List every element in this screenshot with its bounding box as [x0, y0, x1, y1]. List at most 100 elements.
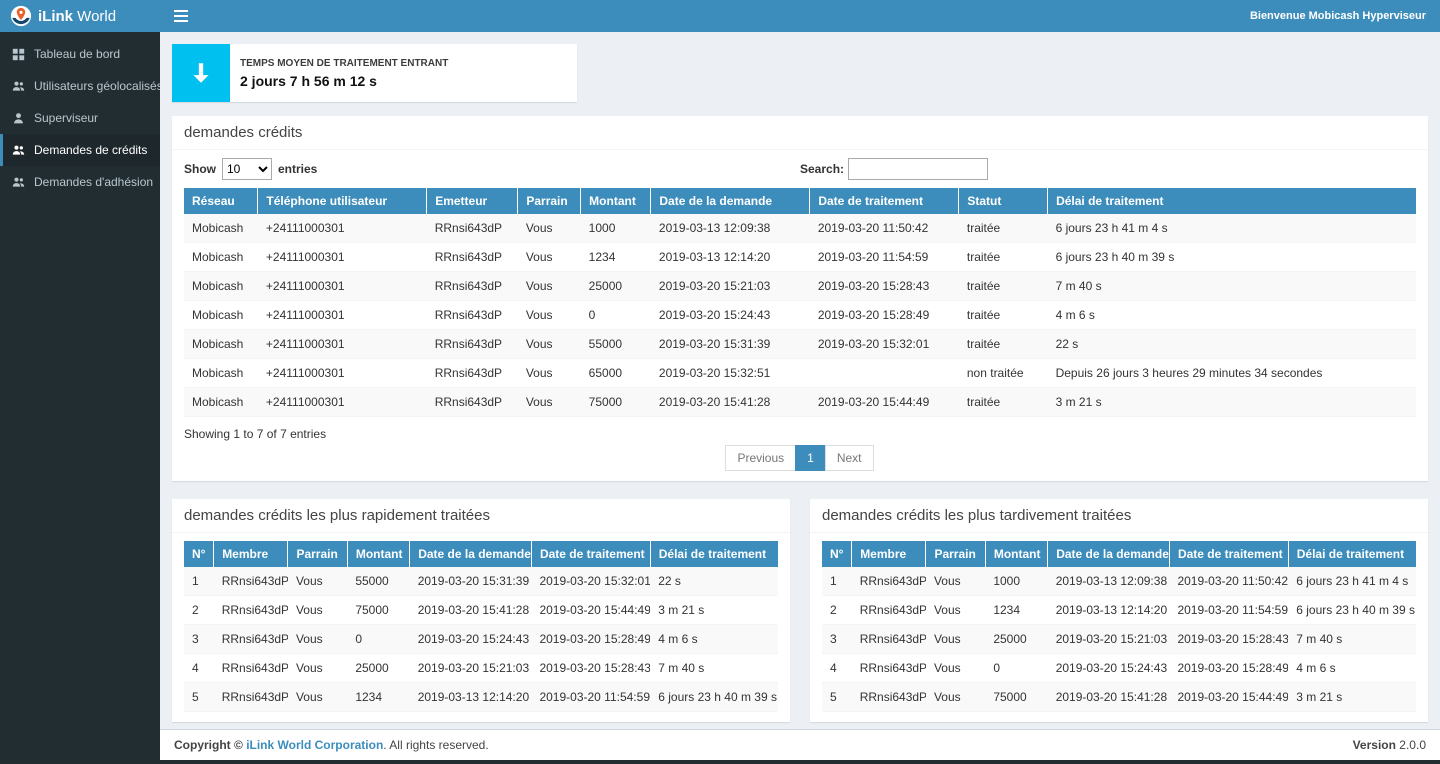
table-cell: +24111000301 [258, 330, 427, 359]
table-cell: 1000 [581, 214, 651, 243]
version-label: Version [1353, 738, 1396, 752]
sidebar-item-label: Tableau de bord [34, 47, 120, 61]
table-cell: Mobicash [184, 243, 258, 272]
table-cell: Vous [288, 596, 347, 625]
user-icon [12, 112, 25, 125]
table-cell: 7 m 40 s [1288, 625, 1416, 654]
sidebar-item-tableau-de-bord[interactable]: Tableau de bord [0, 38, 160, 70]
table-cell: 1234 [985, 596, 1047, 625]
column-header[interactable]: Membre [852, 541, 926, 567]
table-cell: 2019-03-20 15:28:43 [1169, 625, 1288, 654]
table-cell: Mobicash [184, 330, 258, 359]
table-cell: 22 s [1048, 330, 1416, 359]
column-header[interactable]: Montant [985, 541, 1047, 567]
column-header[interactable]: Parrain [926, 541, 985, 567]
column-header[interactable]: Montant [581, 188, 651, 214]
column-header[interactable]: Emetteur [427, 188, 518, 214]
column-header[interactable]: N° [822, 541, 852, 567]
brand-logo[interactable]: iLink World [0, 0, 160, 32]
company-link[interactable]: iLink World Corporation [246, 738, 383, 752]
table-cell: Vous [926, 625, 985, 654]
table-row: Mobicash+24111000301RRnsi643dPVous750002… [184, 388, 1416, 417]
table-row: Mobicash+24111000301RRnsi643dPVous550002… [184, 330, 1416, 359]
table-row: 5RRnsi643dPVous12342019-03-13 12:14:2020… [184, 683, 778, 712]
footer: Copyright © iLink World Corporation. All… [160, 729, 1440, 760]
pagination-page-1-button[interactable]: 1 [795, 445, 826, 471]
column-header[interactable]: N° [184, 541, 214, 567]
table-cell: RRnsi643dP [427, 243, 518, 272]
table-cell: 2019-03-20 11:54:59 [810, 243, 959, 272]
table-cell: RRnsi643dP [852, 625, 926, 654]
column-header[interactable]: Date de la demande [410, 541, 532, 567]
table-cell: 75000 [347, 596, 409, 625]
column-header[interactable]: Date de traitement [1169, 541, 1288, 567]
table-cell: 2019-03-20 15:32:01 [531, 567, 650, 596]
table-cell: 7 m 40 s [1048, 272, 1416, 301]
table-cell: 2019-03-20 15:21:03 [651, 272, 810, 301]
search-input[interactable] [848, 158, 988, 180]
table-row: Mobicash+24111000301RRnsi643dPVous650002… [184, 359, 1416, 388]
sidebar-item-demandes-de-credits[interactable]: Demandes de crédits [0, 134, 160, 166]
column-header[interactable]: Réseau [184, 188, 258, 214]
column-header[interactable]: Délai de traitement [1048, 188, 1416, 214]
sidebar-toggle-button[interactable] [174, 10, 188, 22]
table-row: 2RRnsi643dPVous12342019-03-13 12:14:2020… [822, 596, 1416, 625]
table-cell: Vous [518, 301, 581, 330]
column-header[interactable]: Délai de traitement [650, 541, 778, 567]
fastest-table: N°MembreParrainMontantDate de la demande… [184, 541, 778, 712]
column-header[interactable]: Date de traitement [531, 541, 650, 567]
table-cell: 2019-03-20 15:28:49 [531, 625, 650, 654]
page-length-select[interactable]: 10 [222, 158, 272, 180]
table-cell: Depuis 26 jours 3 heures 29 minutes 34 s… [1048, 359, 1416, 388]
credits-panel-header: demandes crédits [172, 116, 1428, 150]
column-header[interactable]: Date de la demande [1048, 541, 1170, 567]
avg-processing-time-infobox: TEMPS MOYEN DE TRAITEMENT ENTRANT 2 jour… [172, 44, 577, 102]
table-cell: 2019-03-20 11:50:42 [1169, 567, 1288, 596]
table-cell: 3 [184, 625, 214, 654]
table-cell: Vous [288, 625, 347, 654]
table-cell: 3 m 21 s [650, 596, 778, 625]
table-cell: Vous [518, 388, 581, 417]
column-header[interactable]: Date de la demande [651, 188, 810, 214]
table-row: Mobicash+24111000301RRnsi643dPVous100020… [184, 214, 1416, 243]
column-header[interactable]: Téléphone utilisateur [258, 188, 427, 214]
column-header[interactable]: Montant [347, 541, 409, 567]
table-cell: 2019-03-20 15:31:39 [410, 567, 532, 596]
credits-table-head: RéseauTéléphone utilisateurEmetteurParra… [184, 188, 1416, 214]
table-cell: +24111000301 [258, 301, 427, 330]
table-cell: Vous [518, 359, 581, 388]
slowest-panel-header: demandes crédits les plus tardivement tr… [810, 499, 1428, 533]
table-cell: +24111000301 [258, 388, 427, 417]
user-welcome[interactable]: Bienvenue Mobicash Hyperviseur [1250, 10, 1426, 22]
table-cell: 55000 [347, 567, 409, 596]
sidebar-item-demandes-adhesion[interactable]: Demandes d'adhésion [0, 166, 160, 198]
table-row: 4RRnsi643dPVous250002019-03-20 15:21:032… [184, 654, 778, 683]
pagination-next-button[interactable]: Next [825, 445, 874, 471]
column-header[interactable]: Statut [959, 188, 1048, 214]
table-cell: 2019-03-20 11:54:59 [1169, 596, 1288, 625]
column-header[interactable]: Délai de traitement [1288, 541, 1416, 567]
table-cell: 2019-03-20 15:44:49 [531, 596, 650, 625]
credits-table-body: Mobicash+24111000301RRnsi643dPVous100020… [184, 214, 1416, 417]
table-cell: 2019-03-20 15:21:03 [410, 654, 532, 683]
column-header[interactable]: Parrain [288, 541, 347, 567]
column-header[interactable]: Parrain [518, 188, 581, 214]
page-length-control: Show 10 entries [184, 158, 800, 180]
users-icon [12, 144, 25, 157]
sidebar-item-utilisateurs-geolocalises[interactable]: Utilisateurs géolocalisés [0, 70, 160, 102]
table-cell: 75000 [985, 683, 1047, 712]
sidebar-item-superviseur[interactable]: Superviseur [0, 102, 160, 134]
table-cell: RRnsi643dP [852, 596, 926, 625]
table-cell: +24111000301 [258, 243, 427, 272]
column-header[interactable]: Date de traitement [810, 188, 959, 214]
pagination-previous-button[interactable]: Previous [725, 445, 796, 471]
table-cell: Vous [518, 330, 581, 359]
table-cell: 5 [822, 683, 852, 712]
table-cell: 6 jours 23 h 40 m 39 s [650, 683, 778, 712]
dashboard-icon [12, 48, 25, 61]
pagination: Previous1Next [184, 445, 1416, 471]
table-cell: traitée [959, 272, 1048, 301]
slowest-table-head: N°MembreParrainMontantDate de la demande… [822, 541, 1416, 567]
column-header[interactable]: Membre [214, 541, 288, 567]
copyright-label: Copyright © [174, 738, 243, 752]
